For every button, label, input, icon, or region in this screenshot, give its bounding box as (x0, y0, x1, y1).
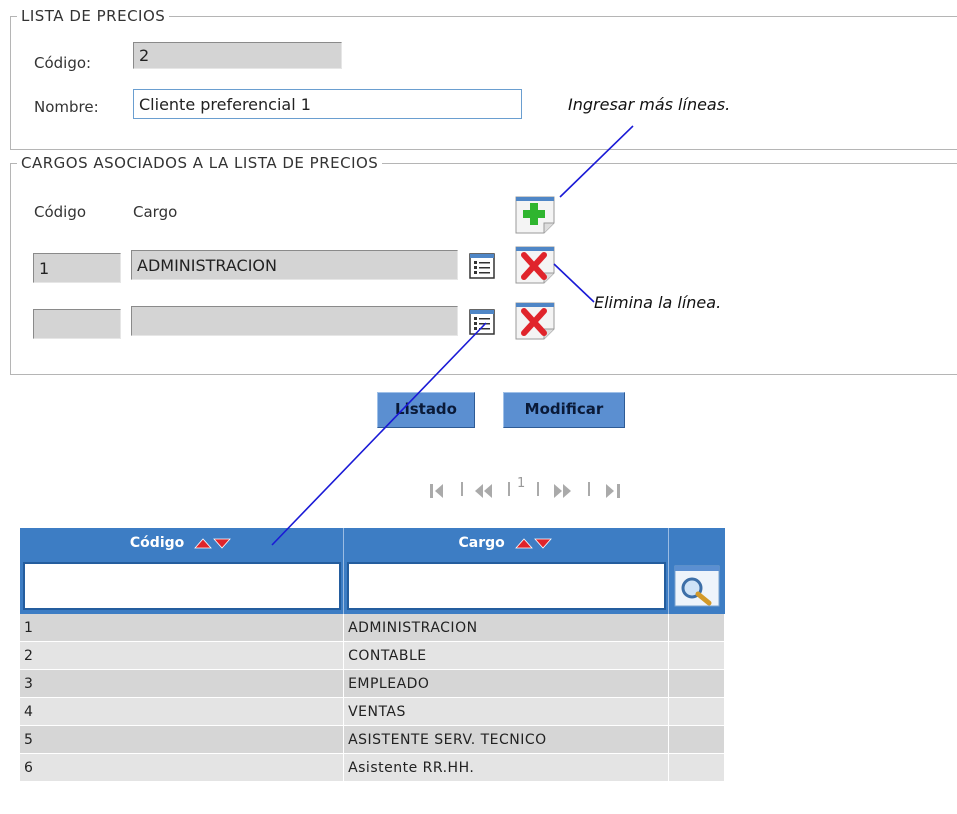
grid-cell-codigo: 3 (20, 669, 345, 698)
grid-filter-cargo-input[interactable] (346, 562, 666, 610)
grid-filter-codigo-input[interactable] (22, 562, 341, 610)
line2-delete-button[interactable] (514, 299, 556, 341)
prev-page-icon[interactable] (475, 484, 492, 498)
listado-button[interactable]: Listado (377, 392, 475, 428)
grid-cell-codigo: 6 (20, 753, 345, 782)
grid-cell-codigo: 4 (20, 697, 345, 726)
table-row[interactable]: 4 VENTAS (20, 697, 725, 726)
table-row[interactable]: 6 Asistente RR.HH. (20, 753, 725, 782)
pager-controls (430, 482, 620, 498)
table-row[interactable]: 5 ASISTENTE SERV. TECNICO (20, 725, 725, 754)
grid-cell-cargo: ASISTENTE SERV. TECNICO (343, 725, 670, 754)
grid-cell-cargo: CONTABLE (343, 641, 670, 670)
grid-cell-action (668, 725, 725, 754)
next-page-icon[interactable] (554, 484, 571, 498)
grid-cell-action (668, 753, 725, 782)
pager: 1 (428, 476, 728, 502)
cargos-grid: Código Cargo 1 ADMINISTRACION 2 CONTABLE… (20, 528, 725, 782)
grid-header-cargo-label: Cargo (458, 535, 505, 551)
line2-codigo-field[interactable] (33, 309, 121, 339)
grid-filter-codigo-cell (20, 558, 345, 614)
list-lookup-icon (469, 309, 495, 335)
grid-cell-codigo: 5 (20, 725, 345, 754)
cargos-col-cargo: Cargo (133, 203, 178, 221)
list-lookup-icon (469, 253, 495, 279)
grid-filter-cargo-cell (343, 558, 670, 614)
grid-header-actions (668, 528, 725, 558)
line1-lookup-button[interactable] (469, 253, 495, 279)
table-row[interactable]: 1 ADMINISTRACION (20, 614, 725, 642)
codigo-label: Código: (34, 54, 92, 72)
line1-delete-button[interactable] (514, 243, 556, 285)
pager-current-page[interactable]: 1 (517, 476, 525, 491)
last-page-icon[interactable] (606, 484, 620, 498)
grid-cell-codigo: 2 (20, 641, 345, 670)
grid-cell-cargo: ADMINISTRACION (343, 614, 670, 642)
sort-asc-icon[interactable] (194, 538, 213, 549)
sort-desc-icon[interactable] (533, 538, 552, 549)
cargos-col-codigo: Código (34, 203, 87, 221)
first-page-icon[interactable] (430, 484, 443, 498)
grid-cell-cargo: EMPLEADO (343, 669, 670, 698)
modificar-button[interactable]: Modificar (503, 392, 625, 428)
grid-header-codigo[interactable]: Código (20, 528, 345, 558)
delete-line-icon (515, 302, 555, 340)
line2-lookup-button[interactable] (469, 309, 495, 335)
grid-cell-action (668, 669, 725, 698)
table-row[interactable]: 2 CONTABLE (20, 641, 725, 670)
grid-cell-action (668, 614, 725, 642)
grid-cell-codigo: 1 (20, 614, 345, 642)
grid-cell-action (668, 641, 725, 670)
line1-cargo-field[interactable]: ADMINISTRACION (131, 250, 458, 280)
nombre-label: Nombre: (34, 98, 99, 116)
codigo-field[interactable]: 2 (133, 42, 342, 69)
lista-precios-legend: LISTA DE PRECIOS (17, 7, 170, 25)
grid-search-cell (668, 558, 725, 614)
line1-codigo-field[interactable]: 1 (33, 253, 121, 283)
annotation-add-lines: Ingresar más líneas. (568, 95, 731, 114)
sort-desc-icon[interactable] (213, 538, 232, 549)
grid-header-codigo-label: Código (129, 535, 185, 551)
lista-precios-fieldset: LISTA DE PRECIOS (10, 7, 957, 150)
add-line-icon (515, 196, 555, 234)
grid-cell-cargo: Asistente RR.HH. (343, 753, 670, 782)
sort-asc-icon[interactable] (514, 538, 533, 549)
nombre-field[interactable]: Cliente preferencial 1 (133, 89, 522, 119)
grid-header-cargo[interactable]: Cargo (343, 528, 670, 558)
search-icon[interactable] (671, 563, 723, 609)
add-line-button[interactable] (514, 193, 556, 235)
cargos-legend: CARGOS ASOCIADOS A LA LISTA DE PRECIOS (17, 154, 383, 172)
grid-cell-action (668, 697, 725, 726)
delete-line-icon (515, 246, 555, 284)
grid-cell-cargo: VENTAS (343, 697, 670, 726)
annotation-delete-line: Elimina la línea. (594, 293, 722, 312)
table-row[interactable]: 3 EMPLEADO (20, 669, 725, 698)
line2-cargo-field[interactable] (131, 306, 458, 336)
